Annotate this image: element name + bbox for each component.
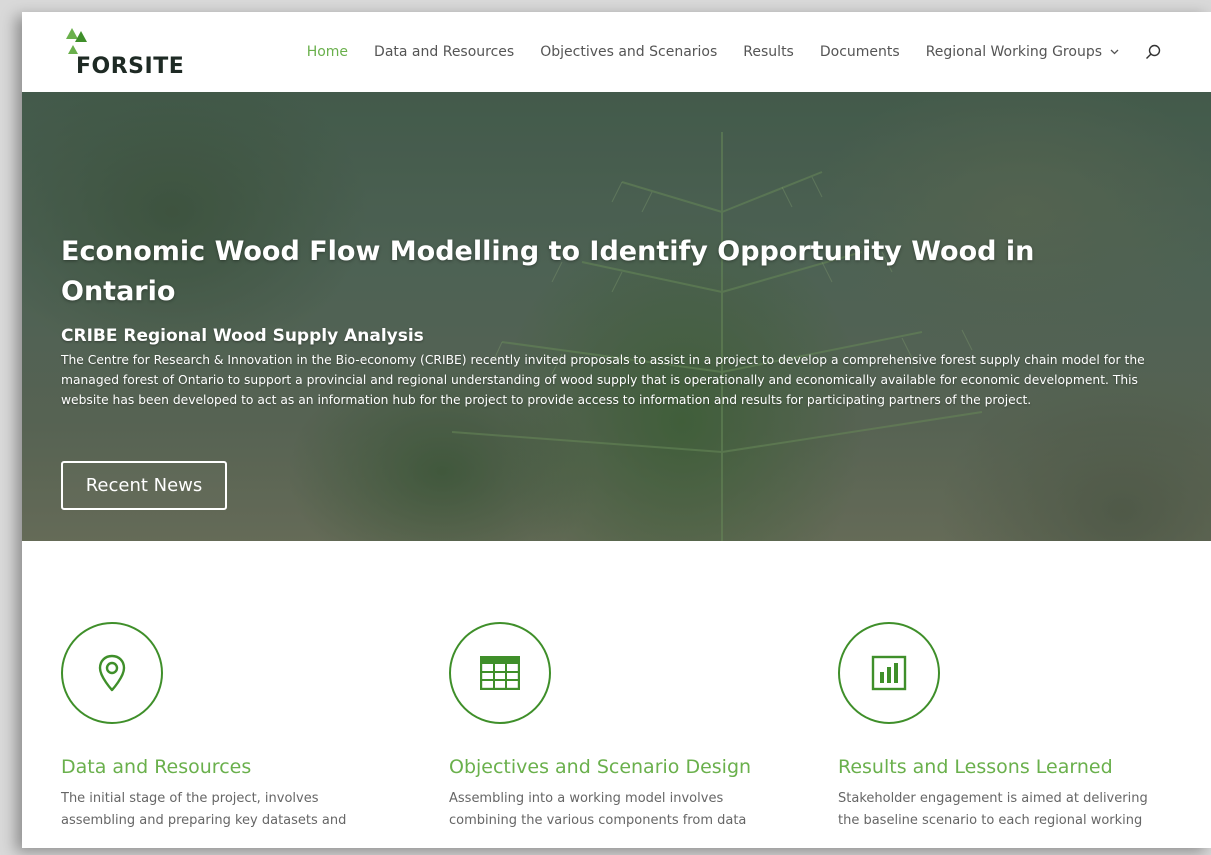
feature-text: Assembling into a working model involves… — [449, 791, 747, 828]
logo-text: FORSITE — [76, 54, 185, 79]
nav-results[interactable]: Results — [743, 44, 794, 60]
feature-title[interactable]: Results and Lessons Learned — [838, 756, 1168, 778]
nav-home[interactable]: Home — [307, 44, 348, 60]
feature-icon-circle[interactable] — [449, 622, 551, 724]
feature-text: Stakeholder engagement is aimed at deliv… — [838, 791, 1148, 828]
feature-title[interactable]: Data and Resources — [61, 756, 391, 778]
hero-subtitle: CRIBE Regional Wood Supply Analysis — [61, 326, 424, 346]
table-icon — [480, 656, 520, 690]
hero-banner: Economic Wood Flow Modelling to Identify… — [22, 92, 1211, 541]
nav-regional-working-groups-label: Regional Working Groups — [925, 44, 1102, 60]
site-header: FORSITE Home Data and Resources Objectiv… — [22, 12, 1211, 92]
recent-news-button[interactable]: Recent News — [61, 461, 227, 510]
forsite-logo[interactable]: FORSITE — [64, 28, 194, 79]
feature-icon-circle[interactable] — [61, 622, 163, 724]
feature-text: The initial stage of the project, involv… — [61, 791, 347, 828]
feature-results-and-lessons-learned: Results and Lessons Learned Stakeholder … — [838, 622, 1168, 832]
feature-icon-circle[interactable] — [838, 622, 940, 724]
chevron-down-icon — [1110, 49, 1119, 55]
nav-objectives-and-scenarios[interactable]: Objectives and Scenarios — [540, 44, 717, 60]
feature-data-and-resources: Data and Resources The initial stage of … — [61, 622, 391, 832]
nav-regional-working-groups[interactable]: Regional Working Groups — [926, 44, 1119, 60]
feature-title[interactable]: Objectives and Scenario Design — [449, 756, 779, 778]
main-nav: Home Data and Resources Objectives and S… — [281, 40, 1161, 64]
bar-chart-icon — [871, 655, 907, 691]
map-pin-icon — [98, 654, 126, 692]
hero-description: The Centre for Research & Innovation in … — [61, 353, 1145, 407]
page: FORSITE Home Data and Resources Objectiv… — [22, 12, 1211, 848]
feature-objectives-and-scenario-design: Objectives and Scenario Design Assemblin… — [449, 622, 779, 832]
nav-documents[interactable]: Documents — [820, 44, 900, 60]
search-icon[interactable] — [1145, 44, 1161, 60]
hero-title: Economic Wood Flow Modelling to Identify… — [61, 236, 1035, 307]
nav-data-and-resources[interactable]: Data and Resources — [374, 44, 514, 60]
